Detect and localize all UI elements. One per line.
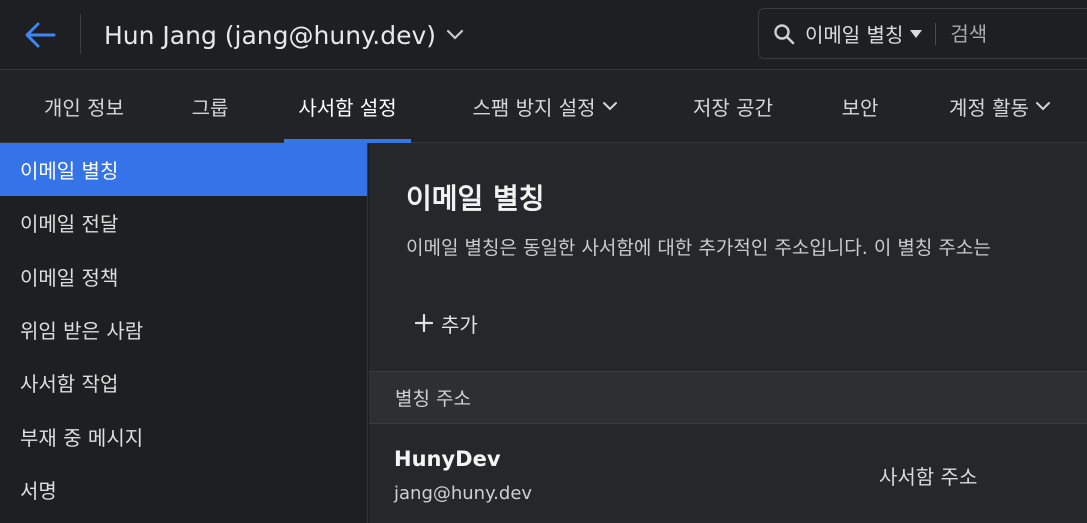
caret-down-icon	[910, 29, 923, 38]
arrow-left-icon	[25, 22, 56, 48]
sidebar-item-signature[interactable]: 서명	[0, 463, 367, 516]
search-input[interactable]	[950, 21, 1087, 46]
column-header-alias: 별칭 주소	[395, 388, 471, 410]
sidebar-item-email-policy[interactable]: 이메일 정책	[0, 250, 367, 303]
tab-label: 보안	[841, 96, 879, 120]
tab-security[interactable]: 보안	[828, 70, 892, 143]
tab-personal-info[interactable]: 개인 정보	[22, 70, 146, 143]
account-label: Hun Jang (jang@huny.dev)	[104, 20, 437, 50]
sidebar-item-email-forwarding[interactable]: 이메일 전달	[0, 196, 367, 249]
tab-label: 사서함 설정	[298, 96, 397, 120]
search-box: 이메일 별칭	[758, 8, 1087, 59]
chevron-down-icon	[602, 101, 618, 112]
plus-icon	[415, 314, 433, 332]
tab-spam-settings[interactable]: 스팸 방지 설정	[452, 70, 638, 143]
table-header: 별칭 주소	[369, 371, 1087, 424]
header-divider	[80, 14, 81, 54]
sidebar-item-label: 이메일 별칭	[20, 159, 119, 184]
tab-groups[interactable]: 그룹	[170, 70, 250, 143]
page-title: 이메일 별칭	[406, 182, 545, 215]
settings-sidebar: 이메일 별칭 이메일 전달 이메일 정책 위임 받은 사람 사서함 작업 부재 …	[0, 143, 368, 523]
tab-label: 스팸 방지 설정	[472, 96, 596, 120]
back-button[interactable]	[20, 17, 60, 53]
tab-mailbox-settings[interactable]: 사서함 설정	[284, 70, 411, 143]
sidebar-item-label: 위임 받은 사람	[20, 319, 144, 344]
sidebar-item-label: 서명	[20, 478, 57, 503]
search-icon	[773, 23, 795, 45]
chevron-down-icon	[1035, 101, 1051, 112]
search-scope-dropdown[interactable]: 이메일 별칭	[805, 19, 923, 48]
add-label: 추가	[441, 312, 478, 337]
sidebar-item-email-aliases[interactable]: 이메일 별칭	[0, 143, 367, 197]
sidebar-item-label: 이메일 정책	[20, 265, 119, 290]
tab-label: 개인 정보	[44, 96, 124, 120]
tab-label: 그룹	[191, 96, 229, 120]
page-description: 이메일 별칭은 동일한 사서함에 대한 추가적인 주소입니다. 이 별칭 주소는	[406, 237, 991, 259]
settings-tabs: 개인 정보 그룹 사서함 설정 스팸 방지 설정 저장 공간 보안 계정 활동	[0, 70, 1087, 143]
tab-account-activity[interactable]: 계정 활동	[930, 70, 1070, 143]
alias-name: HunyDev	[394, 447, 501, 471]
top-bar: Hun Jang (jang@huny.dev) 이메일 별칭	[0, 0, 1087, 70]
sidebar-item-label: 이메일 전달	[20, 212, 119, 237]
sidebar-item-label: 사서함 작업	[20, 372, 119, 397]
sidebar-item-label: 부재 중 메시지	[20, 425, 144, 450]
chevron-down-icon	[446, 29, 464, 40]
sidebar-item-mailbox-tasks[interactable]: 사서함 작업	[0, 356, 367, 409]
add-alias-button[interactable]: 추가	[407, 303, 486, 343]
search-separator	[935, 22, 937, 45]
sidebar-item-out-of-office[interactable]: 부재 중 메시지	[0, 409, 367, 462]
search-scope-label: 이메일 별칭	[805, 23, 904, 47]
alias-email: jang@huny.dev	[394, 483, 533, 504]
sidebar-item-delegates[interactable]: 위임 받은 사람	[0, 303, 367, 356]
table-row[interactable]: HunyDev jang@huny.dev 사서함 주소	[369, 425, 1087, 523]
tab-storage[interactable]: 저장 공간	[676, 70, 790, 143]
account-switcher[interactable]: Hun Jang (jang@huny.dev)	[104, 16, 464, 54]
tab-label: 저장 공간	[693, 96, 773, 120]
main-panel: 이메일 별칭 이메일 별칭은 동일한 사서함에 대한 추가적인 주소입니다. 이…	[369, 143, 1087, 523]
alias-type: 사서함 주소	[879, 465, 978, 489]
tab-label: 계정 활동	[949, 96, 1029, 120]
